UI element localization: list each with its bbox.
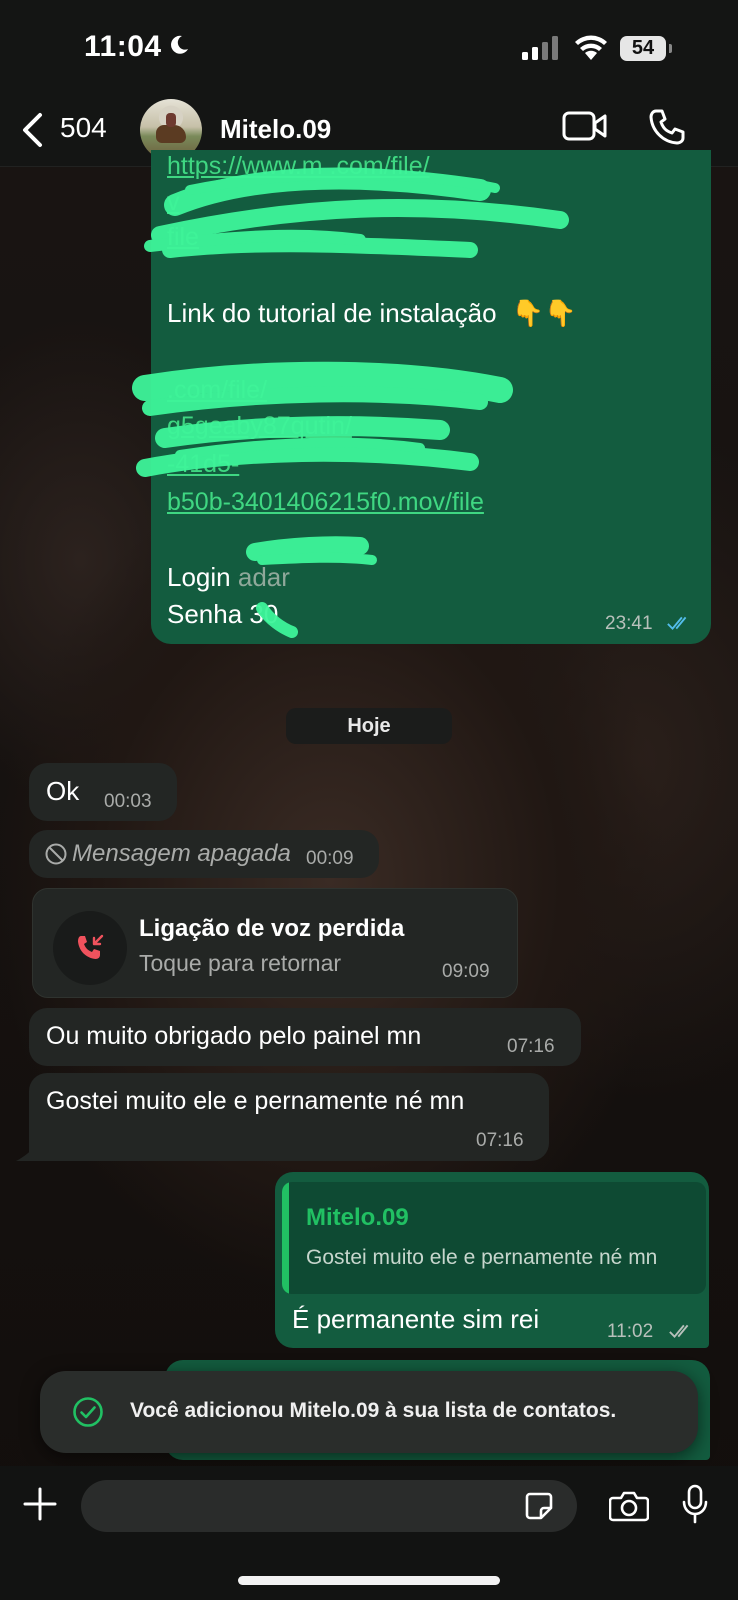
pointing-down-emoji: 👇👇	[511, 298, 577, 328]
login-line: Login adar	[167, 562, 290, 592]
contact-added-toast[interactable]: Você adicionou Mitelo.09 à sua lista de …	[40, 1371, 698, 1453]
message-time: 11:02	[607, 1321, 654, 1342]
wifi-icon	[575, 35, 607, 60]
message-time: 09:09	[442, 961, 490, 982]
battery-indicator: 54	[620, 36, 672, 61]
toast-text: Você adicionou Mitelo.09 à sua lista de …	[130, 1399, 617, 1422]
link-text[interactable]: b50b-3401406215f0.mov/file	[167, 484, 484, 520]
link-text[interactable]: g5geaby87qutin/	[167, 408, 352, 444]
call-subtitle: Toque para retornar	[139, 950, 342, 976]
check-circle-icon	[73, 1397, 103, 1427]
quoted-message[interactable]: Mitelo.09 Gostei muito ele e pernamente …	[282, 1182, 706, 1294]
message-text: Ok	[46, 776, 80, 806]
plus-icon[interactable]	[23, 1487, 57, 1521]
video-call-icon[interactable]	[562, 110, 608, 142]
microphone-icon[interactable]	[682, 1484, 708, 1524]
contact-name[interactable]: Mitelo.09	[220, 114, 331, 145]
deleted-message-text: Mensagem apagada	[72, 840, 291, 867]
link-text[interactable]: .com/file/	[167, 372, 267, 408]
camera-icon[interactable]	[609, 1490, 649, 1522]
quoted-text: Gostei muito ele e pernamente né mn	[306, 1246, 658, 1269]
link-text[interactable]: file	[167, 219, 199, 255]
bubble-tail	[16, 1145, 36, 1161]
message-text: Gostei muito ele e pernamente né mn	[46, 1087, 465, 1115]
message-time: 07:16	[476, 1130, 524, 1151]
blocked-icon	[45, 843, 67, 865]
read-ticks-icon	[669, 1324, 689, 1338]
phone-call-icon[interactable]	[648, 108, 686, 146]
message-text: Ou muito obrigado pelo painel mn	[46, 1022, 422, 1050]
message-input[interactable]	[81, 1480, 577, 1532]
message-text: É permanente sim rei	[292, 1304, 540, 1334]
message-time: 00:03	[104, 791, 152, 812]
signal-icon	[522, 36, 558, 60]
link-text[interactable]: https://www.m .com/file/	[167, 148, 430, 184]
status-time: 11:04	[84, 30, 162, 63]
read-ticks-icon	[667, 616, 687, 630]
message-time: 07:16	[507, 1036, 555, 1057]
call-title: Ligação de voz perdida	[139, 915, 405, 942]
missed-call-icon	[78, 934, 104, 959]
missed-call-card[interactable]: Ligação de voz perdida Toque para retorn…	[32, 888, 518, 998]
quoted-author: Mitelo.09	[306, 1204, 409, 1231]
back-chevron-icon[interactable]	[20, 112, 46, 148]
chat-header	[0, 0, 738, 167]
message-time: 23:41	[605, 613, 653, 634]
home-indicator[interactable]	[238, 1576, 500, 1585]
missed-call-icon-bg	[53, 911, 127, 985]
link-text[interactable]: -41d5-	[167, 446, 239, 482]
moon-icon	[171, 35, 188, 54]
date-separator: Hoje	[286, 708, 452, 744]
link-text[interactable]: v	[167, 184, 180, 220]
sticker-icon[interactable]	[524, 1491, 554, 1521]
senha-line: Senha 30	[167, 599, 279, 629]
tutorial-label: Link do tutorial de instalação 👇👇	[167, 298, 577, 328]
quote-accent-bar	[282, 1182, 289, 1294]
unread-count[interactable]: 504	[60, 112, 107, 144]
message-time: 00:09	[306, 848, 354, 869]
